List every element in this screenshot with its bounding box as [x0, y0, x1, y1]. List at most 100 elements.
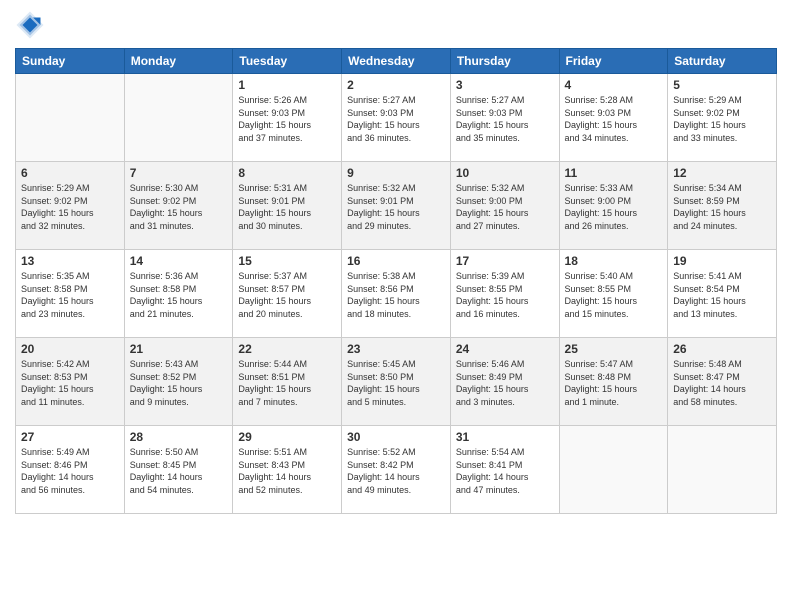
- calendar-day-header: Saturday: [668, 49, 777, 74]
- day-info: Sunrise: 5:42 AM Sunset: 8:53 PM Dayligh…: [21, 358, 119, 408]
- page: SundayMondayTuesdayWednesdayThursdayFrid…: [0, 0, 792, 612]
- calendar-day-cell: 8 Sunrise: 5:31 AM Sunset: 9:01 PM Daylig…: [233, 162, 342, 250]
- calendar-day-cell: 29Sunrise: 5:51 AM Sunset: 8:43 PM Dayli…: [233, 426, 342, 514]
- day-info: Sunrise: 5:50 AM Sunset: 8:45 PM Dayligh…: [130, 446, 228, 496]
- calendar-week-row: 27 Sunrise: 5:49 AM Sunset: 8:46 PM Dayli…: [16, 426, 777, 514]
- logo: [15, 10, 49, 40]
- day-info: Sunrise: 5:33 AM Sunset: 9:00 PM Dayligh…: [565, 182, 663, 232]
- header: [15, 10, 777, 40]
- day-info: Sunrise: 5:27 AM Sunset: 9:03 PM Dayligh…: [347, 94, 445, 144]
- calendar-day-cell: [668, 426, 777, 514]
- day-number: 19: [673, 254, 771, 268]
- calendar-day-cell: 1 Sunrise: 5:26 AM Sunset: 9:03 PM Daylig…: [233, 74, 342, 162]
- calendar-day-cell: 13Sunrise: 5:35 AM Sunset: 8:58 PM Dayli…: [16, 250, 125, 338]
- calendar-day-cell: 26Sunrise: 5:48 AM Sunset: 8:47 PM Dayli…: [668, 338, 777, 426]
- day-info: Sunrise: 5:40 AM Sunset: 8:55 PM Dayligh…: [565, 270, 663, 320]
- day-number: 1: [238, 78, 336, 92]
- day-info: Sunrise: 5:51 AM Sunset: 8:43 PM Dayligh…: [238, 446, 336, 496]
- day-info: Sunrise: 5:27 AM Sunset: 9:03 PM Dayligh…: [456, 94, 554, 144]
- day-info: Sunrise: 5:30 AM Sunset: 9:02 PM Dayligh…: [130, 182, 228, 232]
- calendar-day-cell: [559, 426, 668, 514]
- day-info: Sunrise: 5:32 AM Sunset: 9:00 PM Dayligh…: [456, 182, 554, 232]
- calendar-day-cell: 20 Sunrise: 5:42 AM Sunset: 8:53 PM Dayli…: [16, 338, 125, 426]
- day-number: 12: [673, 166, 771, 180]
- calendar-day-header: Sunday: [16, 49, 125, 74]
- day-info: Sunrise: 5:38 AM Sunset: 8:56 PM Dayligh…: [347, 270, 445, 320]
- day-info: Sunrise: 5:36 AM Sunset: 8:58 PM Dayligh…: [130, 270, 228, 320]
- day-number: 4: [565, 78, 663, 92]
- day-number: 7: [130, 166, 228, 180]
- calendar-day-cell: 16 Sunrise: 5:38 AM Sunset: 8:56 PM Dayli…: [342, 250, 451, 338]
- day-number: 16: [347, 254, 445, 268]
- day-number: 18: [565, 254, 663, 268]
- calendar-day-cell: 19 Sunrise: 5:41 AM Sunset: 8:54 PM Dayli…: [668, 250, 777, 338]
- calendar-day-cell: [16, 74, 125, 162]
- calendar-day-cell: 31 Sunrise: 5:54 AM Sunset: 8:41 PM Dayli…: [450, 426, 559, 514]
- day-number: 22: [238, 342, 336, 356]
- calendar-day-cell: 22 Sunrise: 5:44 AM Sunset: 8:51 PM Dayli…: [233, 338, 342, 426]
- calendar-day-cell: 12Sunrise: 5:34 AM Sunset: 8:59 PM Dayli…: [668, 162, 777, 250]
- calendar-day-cell: 27 Sunrise: 5:49 AM Sunset: 8:46 PM Dayli…: [16, 426, 125, 514]
- calendar-week-row: 20 Sunrise: 5:42 AM Sunset: 8:53 PM Dayli…: [16, 338, 777, 426]
- calendar-day-cell: 28 Sunrise: 5:50 AM Sunset: 8:45 PM Dayli…: [124, 426, 233, 514]
- day-number: 5: [673, 78, 771, 92]
- calendar-table: SundayMondayTuesdayWednesdayThursdayFrid…: [15, 48, 777, 514]
- day-info: Sunrise: 5:29 AM Sunset: 9:02 PM Dayligh…: [21, 182, 119, 232]
- day-info: Sunrise: 5:48 AM Sunset: 8:47 PM Dayligh…: [673, 358, 771, 408]
- day-number: 11: [565, 166, 663, 180]
- day-info: Sunrise: 5:37 AM Sunset: 8:57 PM Dayligh…: [238, 270, 336, 320]
- day-info: Sunrise: 5:26 AM Sunset: 9:03 PM Dayligh…: [238, 94, 336, 144]
- calendar-day-cell: 7 Sunrise: 5:30 AM Sunset: 9:02 PM Daylig…: [124, 162, 233, 250]
- day-number: 9: [347, 166, 445, 180]
- day-info: Sunrise: 5:32 AM Sunset: 9:01 PM Dayligh…: [347, 182, 445, 232]
- day-info: Sunrise: 5:41 AM Sunset: 8:54 PM Dayligh…: [673, 270, 771, 320]
- day-info: Sunrise: 5:54 AM Sunset: 8:41 PM Dayligh…: [456, 446, 554, 496]
- day-info: Sunrise: 5:49 AM Sunset: 8:46 PM Dayligh…: [21, 446, 119, 496]
- day-info: Sunrise: 5:47 AM Sunset: 8:48 PM Dayligh…: [565, 358, 663, 408]
- day-info: Sunrise: 5:44 AM Sunset: 8:51 PM Dayligh…: [238, 358, 336, 408]
- day-number: 3: [456, 78, 554, 92]
- logo-icon: [15, 10, 45, 40]
- day-info: Sunrise: 5:46 AM Sunset: 8:49 PM Dayligh…: [456, 358, 554, 408]
- calendar-day-header: Friday: [559, 49, 668, 74]
- day-number: 28: [130, 430, 228, 444]
- calendar-day-cell: 18 Sunrise: 5:40 AM Sunset: 8:55 PM Dayli…: [559, 250, 668, 338]
- day-number: 25: [565, 342, 663, 356]
- day-number: 31: [456, 430, 554, 444]
- calendar-day-cell: 11 Sunrise: 5:33 AM Sunset: 9:00 PM Dayli…: [559, 162, 668, 250]
- calendar-day-cell: 15Sunrise: 5:37 AM Sunset: 8:57 PM Dayli…: [233, 250, 342, 338]
- calendar-day-cell: 21 Sunrise: 5:43 AM Sunset: 8:52 PM Dayli…: [124, 338, 233, 426]
- calendar-day-cell: 6 Sunrise: 5:29 AM Sunset: 9:02 PM Daylig…: [16, 162, 125, 250]
- day-info: Sunrise: 5:28 AM Sunset: 9:03 PM Dayligh…: [565, 94, 663, 144]
- day-number: 17: [456, 254, 554, 268]
- day-number: 8: [238, 166, 336, 180]
- calendar-day-cell: 9 Sunrise: 5:32 AM Sunset: 9:01 PM Daylig…: [342, 162, 451, 250]
- day-number: 21: [130, 342, 228, 356]
- day-number: 27: [21, 430, 119, 444]
- calendar-day-cell: 2 Sunrise: 5:27 AM Sunset: 9:03 PM Daylig…: [342, 74, 451, 162]
- day-info: Sunrise: 5:35 AM Sunset: 8:58 PM Dayligh…: [21, 270, 119, 320]
- calendar-day-cell: 24 Sunrise: 5:46 AM Sunset: 8:49 PM Dayli…: [450, 338, 559, 426]
- day-info: Sunrise: 5:45 AM Sunset: 8:50 PM Dayligh…: [347, 358, 445, 408]
- calendar-day-header: Thursday: [450, 49, 559, 74]
- day-number: 23: [347, 342, 445, 356]
- day-number: 20: [21, 342, 119, 356]
- calendar-week-row: 1 Sunrise: 5:26 AM Sunset: 9:03 PM Daylig…: [16, 74, 777, 162]
- day-number: 24: [456, 342, 554, 356]
- day-info: Sunrise: 5:29 AM Sunset: 9:02 PM Dayligh…: [673, 94, 771, 144]
- day-number: 6: [21, 166, 119, 180]
- calendar-day-cell: 25 Sunrise: 5:47 AM Sunset: 8:48 PM Dayli…: [559, 338, 668, 426]
- calendar-day-cell: [124, 74, 233, 162]
- calendar-day-cell: 3 Sunrise: 5:27 AM Sunset: 9:03 PM Daylig…: [450, 74, 559, 162]
- day-number: 30: [347, 430, 445, 444]
- day-info: Sunrise: 5:39 AM Sunset: 8:55 PM Dayligh…: [456, 270, 554, 320]
- day-info: Sunrise: 5:31 AM Sunset: 9:01 PM Dayligh…: [238, 182, 336, 232]
- calendar-day-cell: 23 Sunrise: 5:45 AM Sunset: 8:50 PM Dayli…: [342, 338, 451, 426]
- calendar-day-cell: 14Sunrise: 5:36 AM Sunset: 8:58 PM Dayli…: [124, 250, 233, 338]
- calendar-day-header: Tuesday: [233, 49, 342, 74]
- day-info: Sunrise: 5:52 AM Sunset: 8:42 PM Dayligh…: [347, 446, 445, 496]
- calendar-day-header: Wednesday: [342, 49, 451, 74]
- calendar-day-cell: 30 Sunrise: 5:52 AM Sunset: 8:42 PM Dayli…: [342, 426, 451, 514]
- day-info: Sunrise: 5:43 AM Sunset: 8:52 PM Dayligh…: [130, 358, 228, 408]
- day-number: 2: [347, 78, 445, 92]
